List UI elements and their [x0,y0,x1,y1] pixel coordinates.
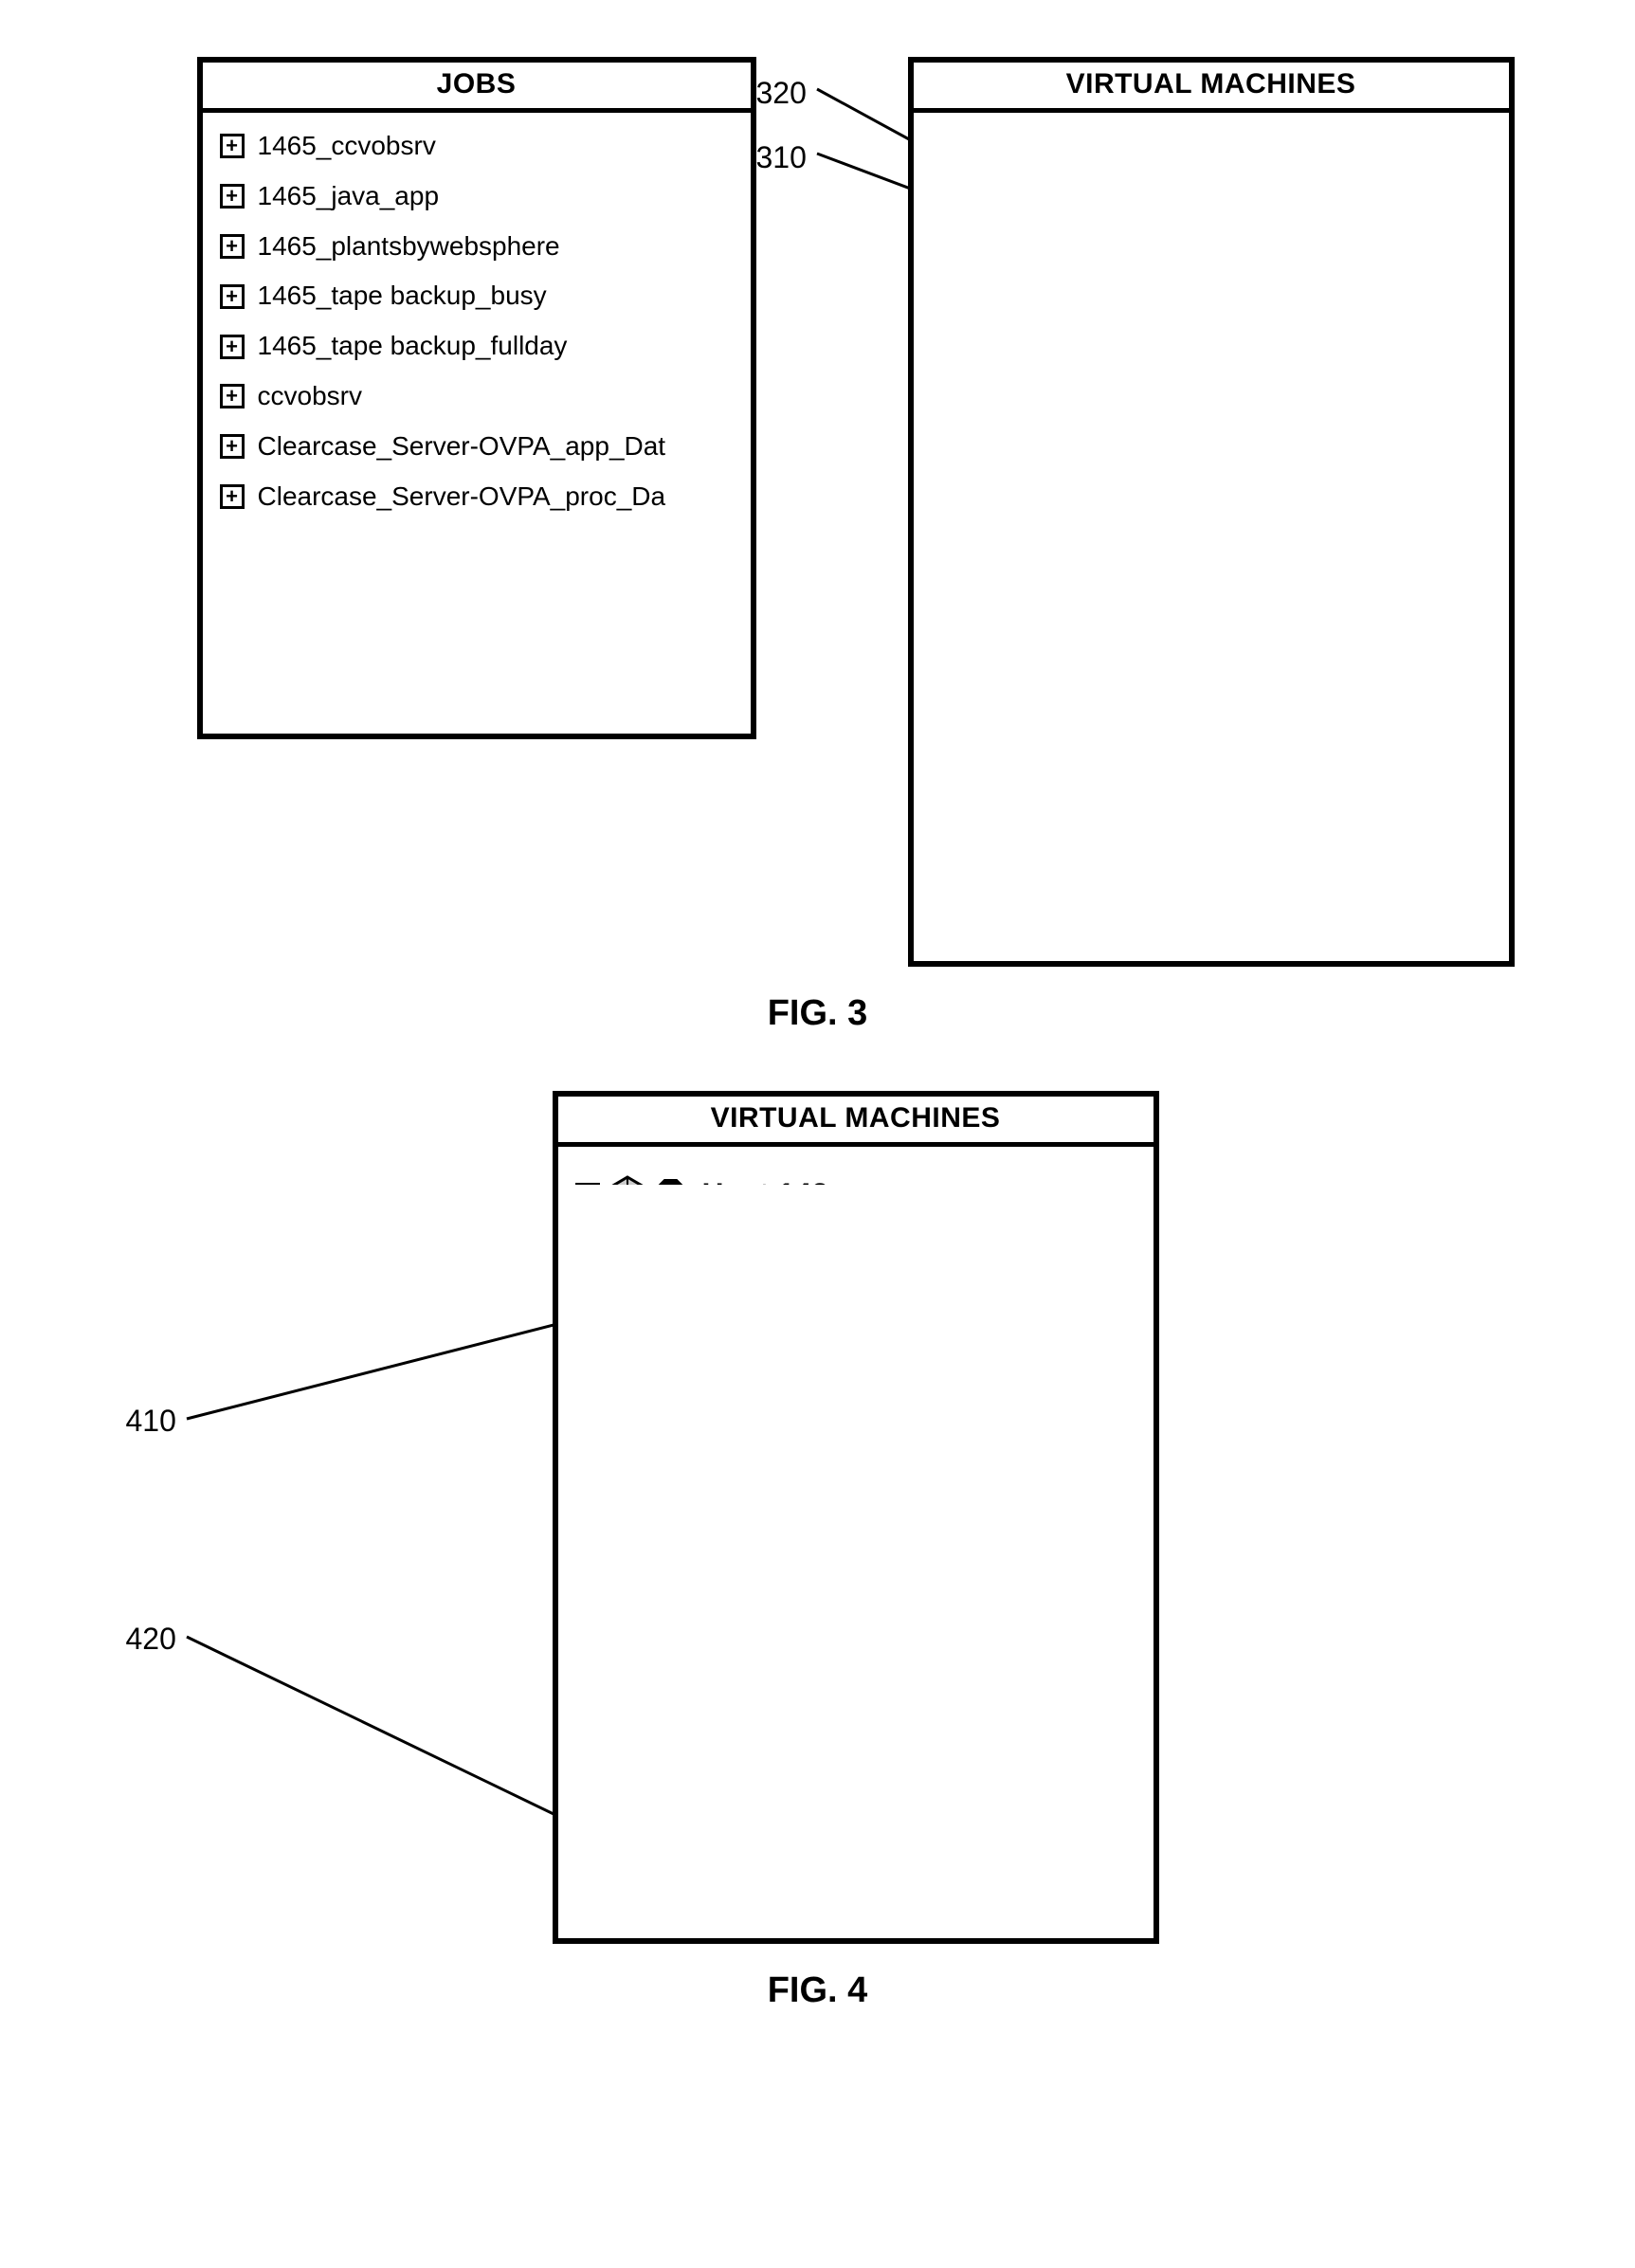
job-item[interactable]: 1465_tape backup_busy [220,281,734,311]
job-item[interactable]: ccvobsrv [220,382,734,411]
expand-icon[interactable] [220,184,245,209]
callout-310: 310 [756,140,807,175]
stop-icon: STOP [655,1179,687,1185]
job-label: ccvobsrv [258,382,362,411]
host-label: Host 142 [702,1178,828,1185]
figure-label-3: FIG. 3 [38,993,1597,1034]
job-item[interactable]: 1465_plantsbywebsphere [220,232,734,262]
job-label: Clearcase_Server-OVPA_proc_Da [258,482,666,512]
expand-icon[interactable] [220,134,245,158]
job-item[interactable]: 1465_ccvobsrv [220,132,734,161]
vm-title: VIRTUAL MACHINES [558,1097,1154,1147]
figure-label-4: FIG. 4 [38,1970,1597,2011]
job-label: Clearcase_Server-OVPA_app_Dat [258,432,666,462]
expand-icon[interactable] [220,284,245,309]
job-label: 1465_java_app [258,182,440,211]
job-item[interactable]: 1465_tape backup_fullday [220,332,734,361]
expand-icon[interactable] [220,434,245,459]
job-item[interactable]: 1465_java_app [220,182,734,211]
callout-320: 320 [756,76,807,111]
collapse-icon[interactable] [575,1183,600,1185]
callout-420: 420 [126,1622,176,1657]
vm-panel-fig4: VIRTUAL MACHINES STOP Host 142 [553,1091,1159,1944]
expand-icon[interactable] [220,484,245,509]
jobs-list: 1465_ccvobsrv 1465_java_app 1465_plantsb… [220,132,734,511]
jobs-panel: JOBS 1465_ccvobsrv 1465_java_app 1465_pl… [197,57,756,739]
job-label: 1465_plantsbywebsphere [258,232,560,262]
job-item[interactable]: Clearcase_Server-OVPA_app_Dat [220,432,734,462]
host-node[interactable]: STOP Host 142 [575,1175,828,1185]
vm-title: VIRTUAL MACHINES [914,63,1509,113]
expand-icon[interactable] [220,384,245,408]
vm-panel-fig3: VIRTUAL MACHINES Host 142 W [908,57,1515,967]
job-label: 1465_tape backup_fullday [258,332,568,361]
callout-410: 410 [126,1404,176,1439]
job-item[interactable]: Clearcase_Server-OVPA_proc_Da [220,482,734,512]
job-label: 1465_ccvobsrv [258,132,436,161]
jobs-title: JOBS [203,63,751,113]
job-label: 1465_tape backup_busy [258,281,547,311]
expand-icon[interactable] [220,335,245,359]
host-icon [608,1175,647,1185]
expand-icon[interactable] [220,234,245,259]
